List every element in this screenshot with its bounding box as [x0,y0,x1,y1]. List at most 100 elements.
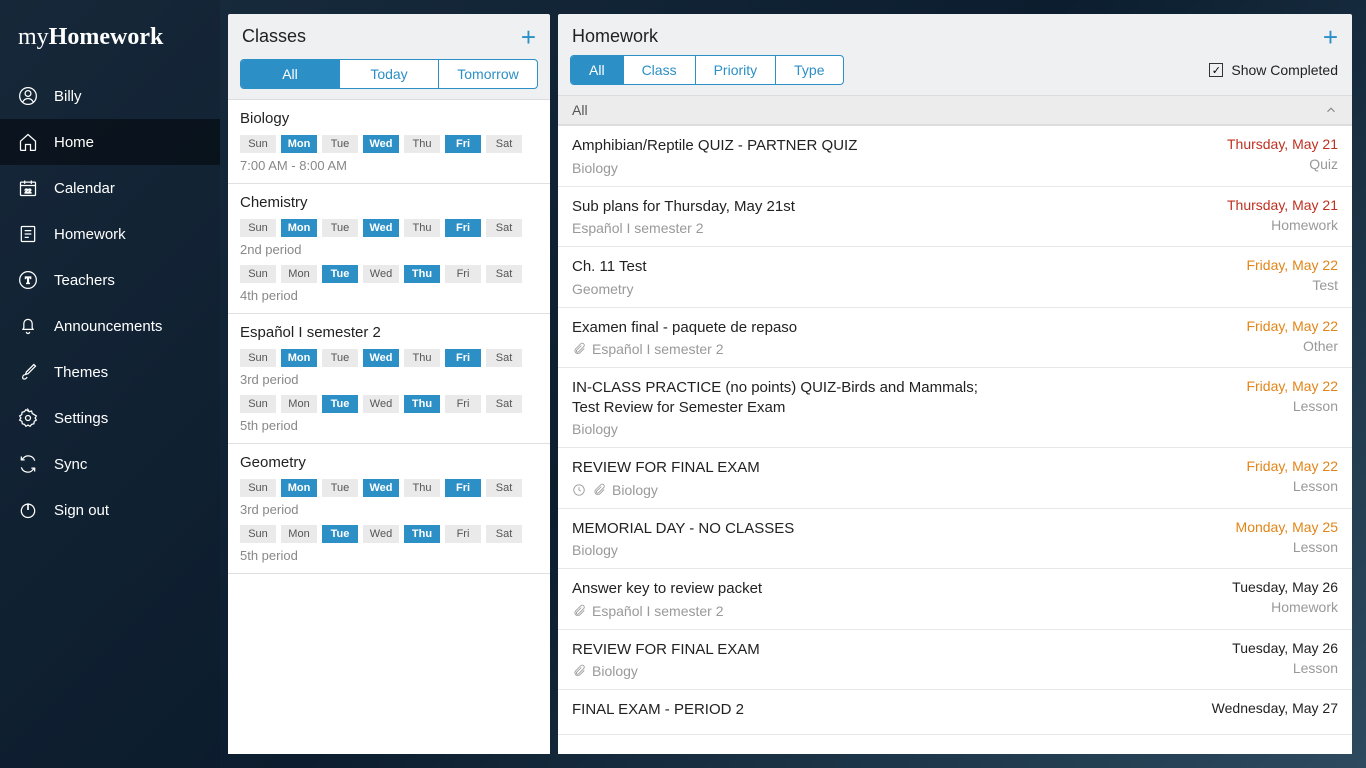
homework-item[interactable]: Ch. 11 Test Geometry Friday, May 22 Test [558,247,1352,308]
day-sun: Sun [240,135,276,153]
hw-right: Friday, May 22 Test [1246,257,1338,297]
classes-tabs: All Today Tomorrow [240,59,538,89]
hw-date: Friday, May 22 [1246,257,1338,273]
nav-settings-label: Settings [54,410,108,427]
day-fri: Fri [445,479,481,497]
hw-subject-text: Español I semester 2 [592,341,724,357]
hw-title: Ch. 11 Test [572,257,1226,277]
nav: Billy Home 22 Calendar Homework T Teache… [0,73,220,533]
nav-announcements-label: Announcements [54,318,162,335]
hw-right: Friday, May 22 Lesson [1246,378,1338,437]
day-wed: Wed [363,525,399,543]
checkbox-icon: ✓ [1209,63,1223,77]
tab-classes-today[interactable]: Today [340,60,439,88]
homework-item[interactable]: Sub plans for Thursday, May 21st Español… [558,187,1352,248]
nav-teachers[interactable]: T Teachers [0,257,220,303]
day-fri: Fri [445,349,481,367]
hw-left: FINAL EXAM - PERIOD 2 [572,700,1192,724]
nav-homework[interactable]: Homework [0,211,220,257]
day-fri: Fri [445,219,481,237]
tab-hw-type[interactable]: Type [776,56,842,84]
teachers-icon: T [18,270,38,290]
day-sun: Sun [240,525,276,543]
nav-signout-label: Sign out [54,502,109,519]
homework-controls: All Class Priority Type ✓ Show Completed [558,55,1352,95]
homework-item[interactable]: Amphibian/Reptile QUIZ - PARTNER QUIZ Bi… [558,126,1352,187]
hw-title: Examen final - paquete de repaso [572,318,1226,338]
day-sun: Sun [240,265,276,283]
nav-user[interactable]: Billy [0,73,220,119]
class-item-biology[interactable]: Biology Sun Mon Tue Wed Thu Fri Sat 7:00… [228,100,550,184]
homework-header: Homework + [558,14,1352,55]
day-tue: Tue [322,135,358,153]
day-thu: Thu [404,349,440,367]
tab-classes-tomorrow[interactable]: Tomorrow [439,60,537,88]
class-item-geometry[interactable]: Geometry Sun Mon Tue Wed Thu Fri Sat 3rd… [228,444,550,574]
sidebar: myHomework Billy Home 22 Calendar Homewo… [0,0,220,768]
chevron-up-icon [1324,103,1338,117]
homework-item[interactable]: Answer key to review packet Español I se… [558,569,1352,630]
paperclip-icon [572,664,586,678]
clock-icon [572,483,586,497]
class-name: Biology [240,110,538,127]
hw-title: REVIEW FOR FINAL EXAM [572,458,1226,478]
nav-themes[interactable]: Themes [0,349,220,395]
hw-subject: Español I semester 2 [572,603,1212,619]
tab-hw-all[interactable]: All [571,56,624,84]
hw-date: Friday, May 22 [1246,458,1338,474]
tab-hw-priority[interactable]: Priority [696,56,777,84]
nav-calendar[interactable]: 22 Calendar [0,165,220,211]
hw-left: REVIEW FOR FINAL EXAM Biology [572,640,1212,680]
day-row: Sun Mon Tue Wed Thu Fri Sat [240,135,538,153]
homework-item[interactable]: REVIEW FOR FINAL EXAM Biology Tuesday, M… [558,630,1352,691]
class-item-chemistry[interactable]: Chemistry Sun Mon Tue Wed Thu Fri Sat 2n… [228,184,550,314]
day-row: Sun Mon Tue Wed Thu Fri Sat [240,219,538,237]
hw-title: Amphibian/Reptile QUIZ - PARTNER QUIZ [572,136,1207,156]
sync-icon [18,454,38,474]
hw-type: Lesson [1232,660,1338,676]
add-homework-button[interactable]: + [1323,27,1338,47]
day-sat: Sat [486,135,522,153]
homework-item[interactable]: IN-CLASS PRACTICE (no points) QUIZ-Birds… [558,368,1352,448]
homework-item[interactable]: FINAL EXAM - PERIOD 2 Wednesday, May 27 [558,690,1352,735]
nav-settings[interactable]: Settings [0,395,220,441]
nav-announcements[interactable]: Announcements [0,303,220,349]
nav-signout[interactable]: Sign out [0,487,220,533]
hw-left: Amphibian/Reptile QUIZ - PARTNER QUIZ Bi… [572,136,1207,176]
svg-text:T: T [25,275,31,285]
day-thu: Thu [404,219,440,237]
hw-left: MEMORIAL DAY - NO CLASSES Biology [572,519,1216,559]
nav-home-label: Home [54,134,94,151]
power-icon [18,500,38,520]
hw-title: MEMORIAL DAY - NO CLASSES [572,519,1216,539]
homework-item[interactable]: REVIEW FOR FINAL EXAM Biology Friday, Ma… [558,448,1352,509]
add-class-button[interactable]: + [521,27,536,47]
hw-subject: Geometry [572,281,1226,297]
day-row: Sun Mon Tue Wed Thu Fri Sat [240,265,538,283]
home-icon [18,132,38,152]
class-item-espanol[interactable]: Español I semester 2 Sun Mon Tue Wed Thu… [228,314,550,444]
hw-type: Lesson [1246,398,1338,414]
classes-panel: Classes + All Today Tomorrow Biology Sun… [228,14,550,754]
homework-item[interactable]: Examen final - paquete de repaso Español… [558,308,1352,369]
classes-title: Classes [242,26,306,47]
tab-hw-class[interactable]: Class [624,56,696,84]
day-thu: Thu [404,135,440,153]
hw-subject: Biology [572,663,1212,679]
nav-user-label: Billy [54,88,82,105]
class-period: 4th period [240,288,538,303]
hw-date: Friday, May 22 [1246,378,1338,394]
class-name: Geometry [240,454,538,471]
class-period: 2nd period [240,242,538,257]
nav-home[interactable]: Home [0,119,220,165]
app-logo: myHomework [0,8,220,69]
hw-right: Tuesday, May 26 Homework [1232,579,1338,619]
hw-date: Tuesday, May 26 [1232,579,1338,595]
filter-header[interactable]: All [558,95,1352,125]
nav-sync[interactable]: Sync [0,441,220,487]
tab-classes-all[interactable]: All [241,60,340,88]
day-tue: Tue [322,525,358,543]
homework-item[interactable]: MEMORIAL DAY - NO CLASSES Biology Monday… [558,509,1352,570]
show-completed-toggle[interactable]: ✓ Show Completed [1209,62,1338,78]
hw-type: Other [1246,338,1338,354]
